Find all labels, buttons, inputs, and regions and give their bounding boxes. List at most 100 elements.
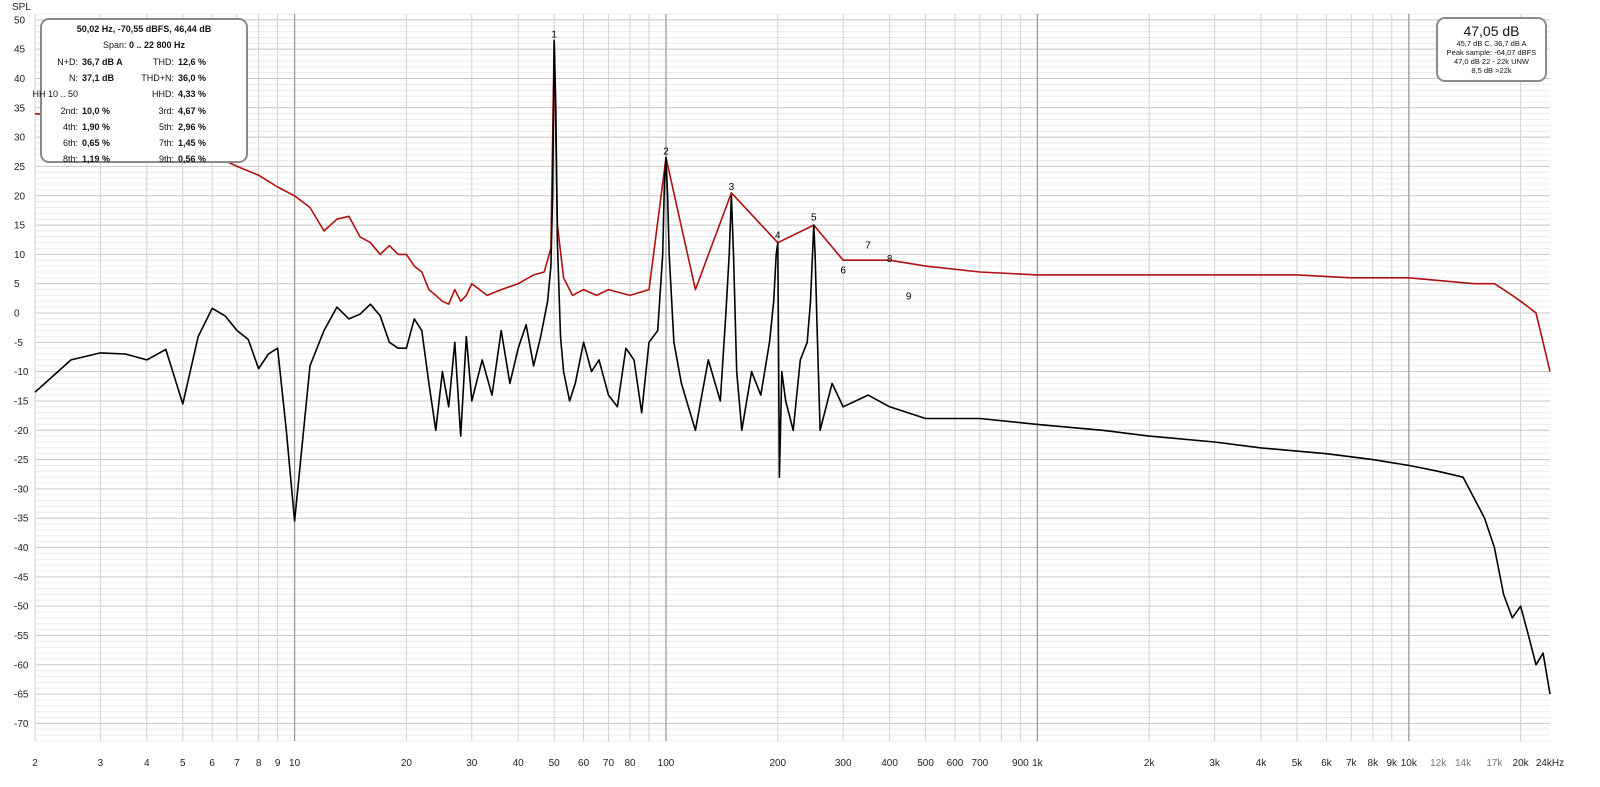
harmonic-label: 4 bbox=[775, 230, 781, 241]
y-tick-label: -65 bbox=[14, 690, 29, 701]
x-tick-label: 12k bbox=[1430, 758, 1447, 769]
x-tick-label: 17k bbox=[1486, 758, 1503, 769]
harmonic-label: 3 bbox=[729, 182, 735, 193]
info-value: 2,96 % bbox=[178, 121, 207, 132]
x-tick-label: 20 bbox=[401, 758, 413, 769]
info-value: 36,7 dB A bbox=[82, 57, 123, 67]
x-tick-label: 14k bbox=[1455, 758, 1472, 769]
x-tick-label: 70 bbox=[603, 758, 615, 769]
info-value: 36,0 % bbox=[178, 73, 207, 84]
x-tick-label: 1k bbox=[1032, 758, 1044, 769]
info-key: THD: bbox=[153, 57, 174, 67]
level-line-4: 8,5 dB >22k bbox=[1471, 66, 1512, 75]
harmonic-labels: 1 2 3 4 5 6 7 8 9 bbox=[551, 29, 911, 302]
x-tick-label: 24kHz bbox=[1536, 758, 1564, 769]
x-tick-label: 8k bbox=[1368, 758, 1380, 769]
info-key: 8th: bbox=[62, 154, 78, 165]
info-value: 1,90 % bbox=[82, 121, 111, 132]
info-key: HHD: bbox=[152, 89, 174, 100]
y-tick-label: 15 bbox=[14, 221, 26, 232]
y-tick-label: -5 bbox=[14, 338, 23, 349]
harmonic-label: 5 bbox=[811, 212, 817, 223]
info-kv: 9th: 0,56 % bbox=[146, 154, 242, 168]
x-tick-label: 700 bbox=[972, 758, 989, 769]
x-tick-label: 100 bbox=[658, 758, 675, 769]
x-tick-label: 9 bbox=[275, 758, 281, 769]
x-tick-label: 6k bbox=[1321, 758, 1333, 769]
y-tick-label: 35 bbox=[14, 103, 26, 114]
x-tick-label: 10 bbox=[289, 758, 301, 769]
info-kv: 5th: 2,96 % bbox=[146, 122, 242, 136]
info-value: 0,65 % bbox=[82, 138, 111, 148]
info-value: 4,33 % bbox=[178, 89, 207, 100]
info-kv: 8th: 1,19 % bbox=[50, 154, 146, 168]
info-value: 37,1 dB bbox=[82, 73, 115, 84]
harmonic-label: 9 bbox=[906, 291, 912, 302]
y-tick-label: 45 bbox=[14, 45, 26, 56]
harmonic-label: 8 bbox=[887, 254, 893, 265]
x-tick-label: 7 bbox=[234, 758, 240, 769]
span-label: Span: bbox=[102, 40, 127, 50]
y-tick-label: 40 bbox=[14, 74, 26, 85]
x-tick-label: 60 bbox=[578, 758, 590, 769]
y-tick-label: -10 bbox=[14, 367, 29, 378]
info-key: THD+N: bbox=[141, 73, 174, 84]
x-tick-label: 5 bbox=[180, 758, 186, 769]
y-tick-label: -20 bbox=[14, 426, 29, 437]
info-kv: THD+N: 36,0 % bbox=[141, 73, 242, 87]
harmonic-label: 7 bbox=[865, 240, 871, 251]
y-tick-label: 10 bbox=[14, 250, 26, 261]
x-tick-label: 400 bbox=[881, 758, 898, 769]
info-kv: 4th: 1,90 % bbox=[50, 122, 146, 136]
x-tick-label: 20k bbox=[1513, 758, 1530, 769]
span-value: 0 .. 22 800 Hz bbox=[129, 40, 186, 50]
level-readout-panel: 47,05 dB 45,7 dB C, 36,7 dB A Peak sampl… bbox=[1436, 17, 1547, 82]
x-axis-ticks: 2 3 4 5 6 7 8 9 10 20 30 40 50 60 70 80 100 200 300 400 500 6… bbox=[32, 758, 1564, 769]
level-line-2: Peak sample: -64,07 dBFS bbox=[1446, 48, 1537, 57]
x-tick-label: 4 bbox=[144, 758, 150, 769]
grid bbox=[34, 13, 1550, 742]
x-tick-label: 5k bbox=[1292, 758, 1304, 769]
info-kv: THD: 12,6 % bbox=[146, 57, 242, 71]
info-value: 10,0 % bbox=[82, 105, 111, 116]
level-main-value: 47,05 dB bbox=[1463, 23, 1520, 39]
x-tick-label: 80 bbox=[624, 758, 636, 769]
x-tick-label: 7k bbox=[1346, 758, 1358, 769]
x-tick-label: 2 bbox=[32, 758, 38, 769]
y-tick-label: 25 bbox=[14, 162, 26, 173]
x-tick-label: 6 bbox=[209, 758, 215, 769]
info-key: 3rd: bbox=[158, 105, 174, 116]
level-line-3: 47,0 dB 22 - 22k UNW bbox=[1453, 57, 1530, 66]
y-tick-label: -35 bbox=[14, 514, 29, 525]
info-key: N+D: bbox=[57, 57, 78, 67]
y-tick-label: -25 bbox=[14, 455, 29, 466]
info-kv: HH 10 .. 50 bbox=[32, 89, 146, 103]
info-value: 12,6 % bbox=[178, 57, 207, 67]
info-kv: 3rd: 4,67 % bbox=[146, 106, 242, 120]
x-tick-label: 600 bbox=[947, 758, 964, 769]
y-tick-label: -30 bbox=[14, 484, 29, 495]
y-tick-label: 30 bbox=[14, 133, 26, 144]
y-axis-ticks: 50454035302520151050-5-10-15-20-25-30-35… bbox=[14, 15, 29, 730]
info-key: 7th: bbox=[158, 138, 174, 148]
y-tick-label: -15 bbox=[14, 396, 29, 407]
level-line-1: 45,7 dB C, 36,7 dB A bbox=[1456, 39, 1527, 48]
x-tick-label: 8 bbox=[256, 758, 262, 769]
y-tick-label: -55 bbox=[14, 631, 29, 642]
info-value: 1,45 % bbox=[178, 138, 207, 148]
x-tick-label: 3k bbox=[1209, 758, 1221, 769]
x-tick-label: 300 bbox=[835, 758, 852, 769]
info-key: N: bbox=[69, 73, 78, 84]
harmonic-label: 2 bbox=[663, 147, 669, 158]
harmonic-label: 1 bbox=[551, 29, 557, 40]
series-line bbox=[34, 39, 1551, 695]
info-key: 9th: bbox=[158, 154, 174, 165]
cursor-readout: 50,02 Hz, -70,55 dBFS, 46,44 dB bbox=[76, 24, 212, 34]
y-tick-label: -45 bbox=[14, 572, 29, 583]
info-kv: N+D: 36,7 dB A bbox=[50, 57, 146, 71]
x-tick-label: 40 bbox=[513, 758, 525, 769]
info-value: 0,56 % bbox=[178, 154, 207, 165]
info-kv: HHD: 4,33 % bbox=[146, 89, 242, 103]
info-value: 4,67 % bbox=[178, 105, 207, 116]
info-kv: 7th: 1,45 % bbox=[146, 138, 242, 152]
